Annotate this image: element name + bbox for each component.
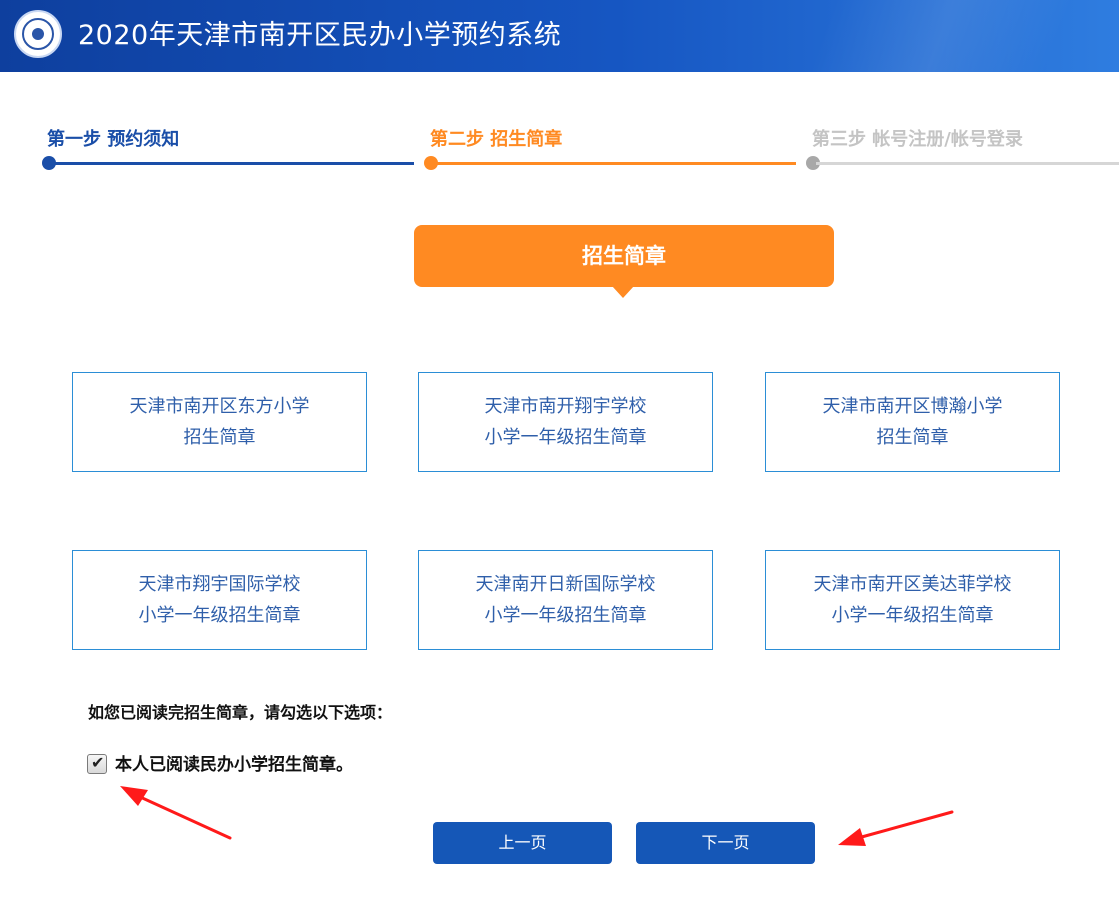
arrow-to-checkbox-icon: [120, 786, 232, 840]
card-subtitle: 招生简章: [876, 427, 949, 448]
card-school-name: 天津市南开区东方小学: [129, 396, 310, 417]
step-2-line: [434, 162, 796, 165]
next-page-button[interactable]: 下一页: [636, 822, 815, 864]
prev-page-button[interactable]: 上一页: [433, 822, 612, 864]
brochure-card-bohan[interactable]: 天津市南开区博瀚小学 招生简章: [765, 372, 1060, 472]
brochure-card-xiangyu-international[interactable]: 天津市翔宇国际学校 小学一年级招生简章: [72, 550, 367, 650]
brochure-card-rixin[interactable]: 天津南开日新国际学校 小学一年级招生简章: [418, 550, 713, 650]
agree-checkbox-label[interactable]: 本人已阅读民办小学招生简章。: [115, 752, 353, 778]
system-title: 2020年天津市南开区民办小学预约系统: [78, 20, 562, 51]
step-1-line: [52, 162, 414, 165]
card-school-name: 天津市南开翔宇学校: [484, 396, 647, 417]
step-2-label: 第二步 招生简章: [430, 129, 563, 150]
card-school-name: 天津市南开区博瀚小学: [822, 396, 1003, 417]
school-logo-icon: [14, 10, 62, 58]
card-subtitle: 招生简章: [183, 427, 256, 448]
checkmark-icon: ✔: [91, 753, 105, 772]
brochure-card-meidafei[interactable]: 天津市南开区美达菲学校 小学一年级招生简章: [765, 550, 1060, 650]
top-header: 2020年天津市南开区民办小学预约系统: [0, 0, 1119, 72]
read-notice: 如您已阅读完招生简章，请勾选以下选项：: [88, 703, 393, 722]
arrow-to-next-button-icon: [838, 810, 954, 846]
card-subtitle: 小学一年级招生简章: [484, 427, 647, 448]
card-school-name: 天津南开日新国际学校: [475, 574, 656, 595]
card-subtitle: 小学一年级招生简章: [138, 605, 301, 626]
card-school-name: 天津市南开区美达菲学校: [813, 574, 1012, 595]
section-banner: 招生简章: [414, 225, 834, 287]
logo-core: [32, 28, 44, 40]
header-shine-decoration: [679, 0, 1119, 72]
step-1-label: 第一步 预约须知: [47, 129, 180, 150]
step-3-line: [816, 162, 1119, 165]
brochure-card-dongfang[interactable]: 天津市南开区东方小学 招生简章: [72, 372, 367, 472]
agree-checkbox[interactable]: ✔: [87, 753, 107, 774]
logo-ring: [22, 18, 54, 50]
card-school-name: 天津市翔宇国际学校: [138, 574, 301, 595]
card-subtitle: 小学一年级招生简章: [484, 605, 647, 626]
step-3-label: 第三步 帐号注册/帐号登录: [812, 129, 1023, 150]
brochure-card-xiangyu[interactable]: 天津市南开翔宇学校 小学一年级招生简章: [418, 372, 713, 472]
banner-pointer: [612, 286, 634, 298]
card-subtitle: 小学一年级招生简章: [831, 605, 994, 626]
